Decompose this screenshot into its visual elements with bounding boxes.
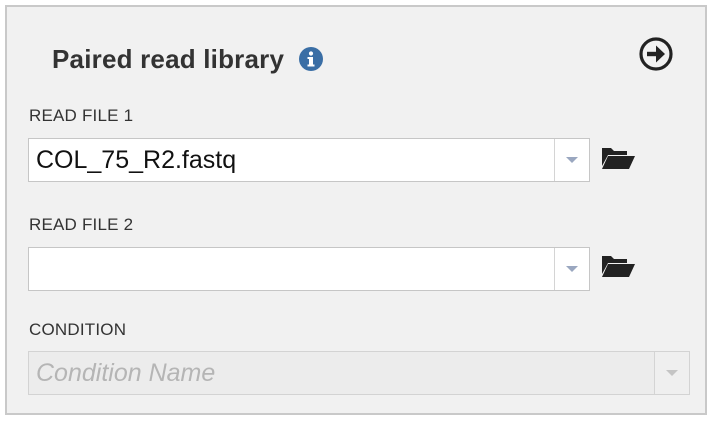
arrow-circle-right-icon[interactable] bbox=[638, 36, 674, 72]
paired-read-library-panel: Paired read library READ FILE 1 COL_75_R… bbox=[5, 5, 707, 415]
read-file-1-label: READ FILE 1 bbox=[29, 106, 134, 125]
read-file-1-select[interactable]: COL_75_R2.fastq bbox=[28, 138, 590, 182]
chevron-down-icon bbox=[666, 370, 678, 376]
folder-open-icon[interactable] bbox=[600, 144, 636, 172]
info-icon[interactable] bbox=[298, 46, 324, 72]
panel-title: Paired read library bbox=[52, 43, 285, 74]
panel-header: Paired read library bbox=[52, 39, 324, 79]
chevron-down-icon bbox=[566, 157, 578, 163]
read-file-2-select[interactable] bbox=[28, 247, 590, 291]
read-file-1-value[interactable]: COL_75_R2.fastq bbox=[29, 146, 554, 175]
chevron-down-icon bbox=[566, 266, 578, 272]
read-file-1-dropdown-button[interactable] bbox=[554, 139, 589, 181]
condition-placeholder[interactable]: Condition Name bbox=[29, 359, 654, 388]
condition-dropdown-button[interactable] bbox=[654, 352, 689, 394]
read-file-2-label: READ FILE 2 bbox=[29, 215, 134, 234]
condition-select[interactable]: Condition Name bbox=[28, 351, 690, 395]
read-file-2-dropdown-button[interactable] bbox=[554, 248, 589, 290]
folder-open-icon[interactable] bbox=[600, 252, 636, 280]
condition-label: CONDITION bbox=[29, 320, 127, 339]
